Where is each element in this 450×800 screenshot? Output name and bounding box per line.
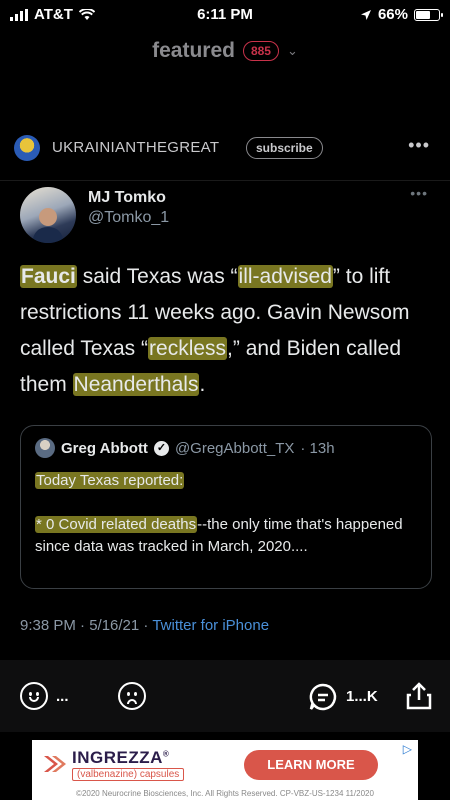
- highlight-neanderthals: Neanderthals: [72, 373, 200, 396]
- comment-icon[interactable]: [308, 682, 338, 712]
- tweet-meta: 9:38 PM · 5/16/21 · Twitter for iPhone: [20, 617, 269, 634]
- adchoices-icon[interactable]: ▷: [403, 742, 412, 756]
- highlight-fauci: Fauci: [20, 265, 77, 288]
- tweet-more-icon: •••: [410, 185, 428, 201]
- tweet-avatar: [20, 187, 76, 243]
- quoted-tweet: Greg Abbott ✓ @GregAbbott_TX · 13h Today…: [20, 425, 432, 589]
- ad-subtitle: (valbenazine) capsules: [72, 768, 185, 781]
- post-action-bar: ... 1...K: [0, 660, 450, 732]
- quoted-author-name: Greg Abbott: [61, 439, 148, 457]
- tweet-text-part: .: [199, 373, 206, 396]
- author-avatar[interactable]: [14, 135, 40, 161]
- tweet-author-handle: @Tomko_1: [88, 209, 170, 226]
- tweet-body: Fauci said Texas was “ill-advised” to li…: [20, 259, 430, 403]
- ingrezza-logo-icon: [44, 756, 66, 772]
- quoted-author-handle: @GregAbbott_TX: [174, 439, 295, 457]
- ad-legal-text: ©2020 Neurocrine Biosciences, Inc. All R…: [76, 789, 374, 798]
- smile-icon[interactable]: [20, 682, 48, 710]
- highlight-zero-deaths: * 0 Covid related deaths: [35, 516, 198, 533]
- share-icon[interactable]: [406, 682, 432, 710]
- ad-brand-mark: ®: [162, 749, 170, 759]
- highlight-today-texas: Today Texas reported:: [35, 472, 185, 489]
- feed-count-badge: 885: [242, 41, 279, 61]
- author-name[interactable]: UKRAINIANTHEGREAT: [52, 139, 219, 156]
- ad-brand-text: INGREZZA: [72, 748, 163, 767]
- tweet-author-name: MJ Tomko: [88, 189, 166, 206]
- verified-badge-icon: ✓: [153, 440, 169, 456]
- ad-brand: INGREZZA®: [72, 748, 169, 768]
- battery-percent: 66%: [377, 6, 408, 23]
- feed-header[interactable]: featured 885 ⌄: [0, 36, 450, 66]
- highlight-reckless: reckless: [148, 337, 228, 360]
- frown-icon[interactable]: [118, 682, 146, 710]
- learn-more-button[interactable]: LEARN MORE: [244, 750, 378, 780]
- quoted-text: Today Texas reported: * 0 Covid related …: [35, 470, 419, 558]
- tweet-image[interactable]: MJ Tomko @Tomko_1 ••• Fauci said Texas w…: [0, 180, 450, 640]
- upvote-more-label[interactable]: ...: [56, 688, 69, 705]
- post-author-row: UKRAINIANTHEGREAT subscribe •••: [0, 134, 450, 162]
- location-arrow-icon: [360, 9, 371, 20]
- tweet-text-part: said Texas was “: [76, 265, 238, 288]
- ad-banner[interactable]: INGREZZA® (valbenazine) capsules LEARN M…: [32, 740, 418, 800]
- tweet-source: Twitter for iPhone: [152, 617, 270, 634]
- chevron-down-icon[interactable]: ⌄: [287, 43, 298, 59]
- feed-title[interactable]: featured: [152, 39, 235, 63]
- highlight-ill-advised: ill-advised: [237, 265, 333, 288]
- battery-icon: [414, 8, 443, 21]
- tweet-timestamp: 9:38 PM · 5/16/21 ·: [20, 617, 153, 634]
- status-bar: AT&T 6:11 PM 66%: [0, 0, 450, 28]
- subscribe-button[interactable]: subscribe: [246, 137, 323, 159]
- quoted-avatar: [35, 438, 55, 458]
- quoted-time: · 13h: [300, 439, 335, 457]
- comments-count[interactable]: 1...K: [346, 688, 378, 705]
- post-more-icon[interactable]: •••: [408, 135, 430, 156]
